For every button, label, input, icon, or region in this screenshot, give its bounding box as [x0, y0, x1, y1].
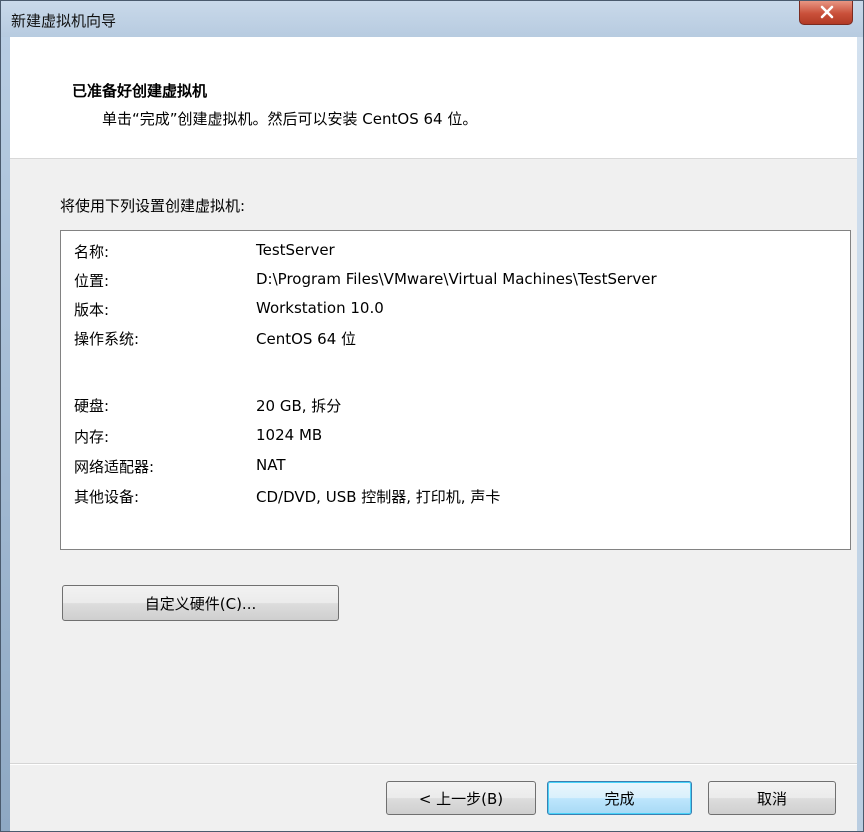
summary-value: D:\Program Files\VMware\Virtual Machines…: [256, 270, 657, 288]
summary-label: 名称:: [74, 243, 110, 261]
window-left-frame: [1, 37, 10, 831]
settings-summary-box: 名称: TestServer 位置: D:\Program Files\VMwa…: [60, 230, 851, 550]
summary-row-other-devices: 其他设备: CD/DVD, USB 控制器, 打印机, 声卡: [61, 484, 850, 510]
summary-row-os: 操作系统: CentOS 64 位: [61, 326, 850, 352]
summary-row-name: 名称: TestServer: [61, 239, 850, 265]
window-title: 新建虚拟机向导: [11, 12, 117, 30]
summary-row-memory: 内存: 1024 MB: [61, 424, 850, 450]
wizard-client-area: 已准备好创建虚拟机 单击“完成”创建虚拟机。然后可以安装 CentOS 64 位…: [10, 37, 857, 831]
customize-hardware-button[interactable]: 自定义硬件(C)...: [62, 585, 339, 621]
summary-value: Workstation 10.0: [256, 299, 384, 317]
summary-label: 其他设备:: [74, 488, 140, 506]
finish-button[interactable]: 完成: [547, 781, 692, 815]
summary-value: NAT: [256, 456, 286, 474]
summary-row-disk: 硬盘: 20 GB, 拆分: [61, 393, 850, 419]
summary-value: TestServer: [256, 241, 335, 259]
summary-label: 版本:: [74, 301, 110, 319]
summary-value: CD/DVD, USB 控制器, 打印机, 声卡: [256, 488, 501, 506]
page-title: 已准备好创建虚拟机: [72, 82, 208, 100]
footer-divider: [10, 763, 857, 765]
summary-label: 位置:: [74, 272, 110, 290]
close-button[interactable]: [799, 1, 853, 25]
wizard-window: 新建虚拟机向导 已准备好创建虚拟机 单击“完成”创建虚拟机。然后可以安装 Cen…: [0, 0, 864, 832]
summary-value: 1024 MB: [256, 426, 323, 444]
close-icon: [820, 5, 834, 19]
page-subtitle: 单击“完成”创建虚拟机。然后可以安装 CentOS 64 位。: [102, 110, 478, 128]
wizard-header: 已准备好创建虚拟机 单击“完成”创建虚拟机。然后可以安装 CentOS 64 位…: [10, 37, 857, 159]
summary-row-network: 网络适配器: NAT: [61, 454, 850, 480]
summary-value: CentOS 64 位: [256, 330, 357, 348]
title-bar[interactable]: 新建虚拟机向导: [1, 1, 863, 37]
summary-row-location: 位置: D:\Program Files\VMware\Virtual Mach…: [61, 268, 850, 294]
summary-row-version: 版本: Workstation 10.0: [61, 297, 850, 323]
window-right-frame: [856, 37, 863, 831]
settings-intro-text: 将使用下列设置创建虚拟机:: [60, 197, 246, 215]
back-button[interactable]: < 上一步(B): [386, 781, 536, 815]
summary-label: 操作系统:: [74, 330, 140, 348]
summary-value: 20 GB, 拆分: [256, 397, 342, 415]
cancel-button[interactable]: 取消: [708, 781, 836, 815]
summary-label: 内存:: [74, 428, 110, 446]
summary-label: 网络适配器:: [74, 458, 155, 476]
summary-label: 硬盘:: [74, 397, 110, 415]
